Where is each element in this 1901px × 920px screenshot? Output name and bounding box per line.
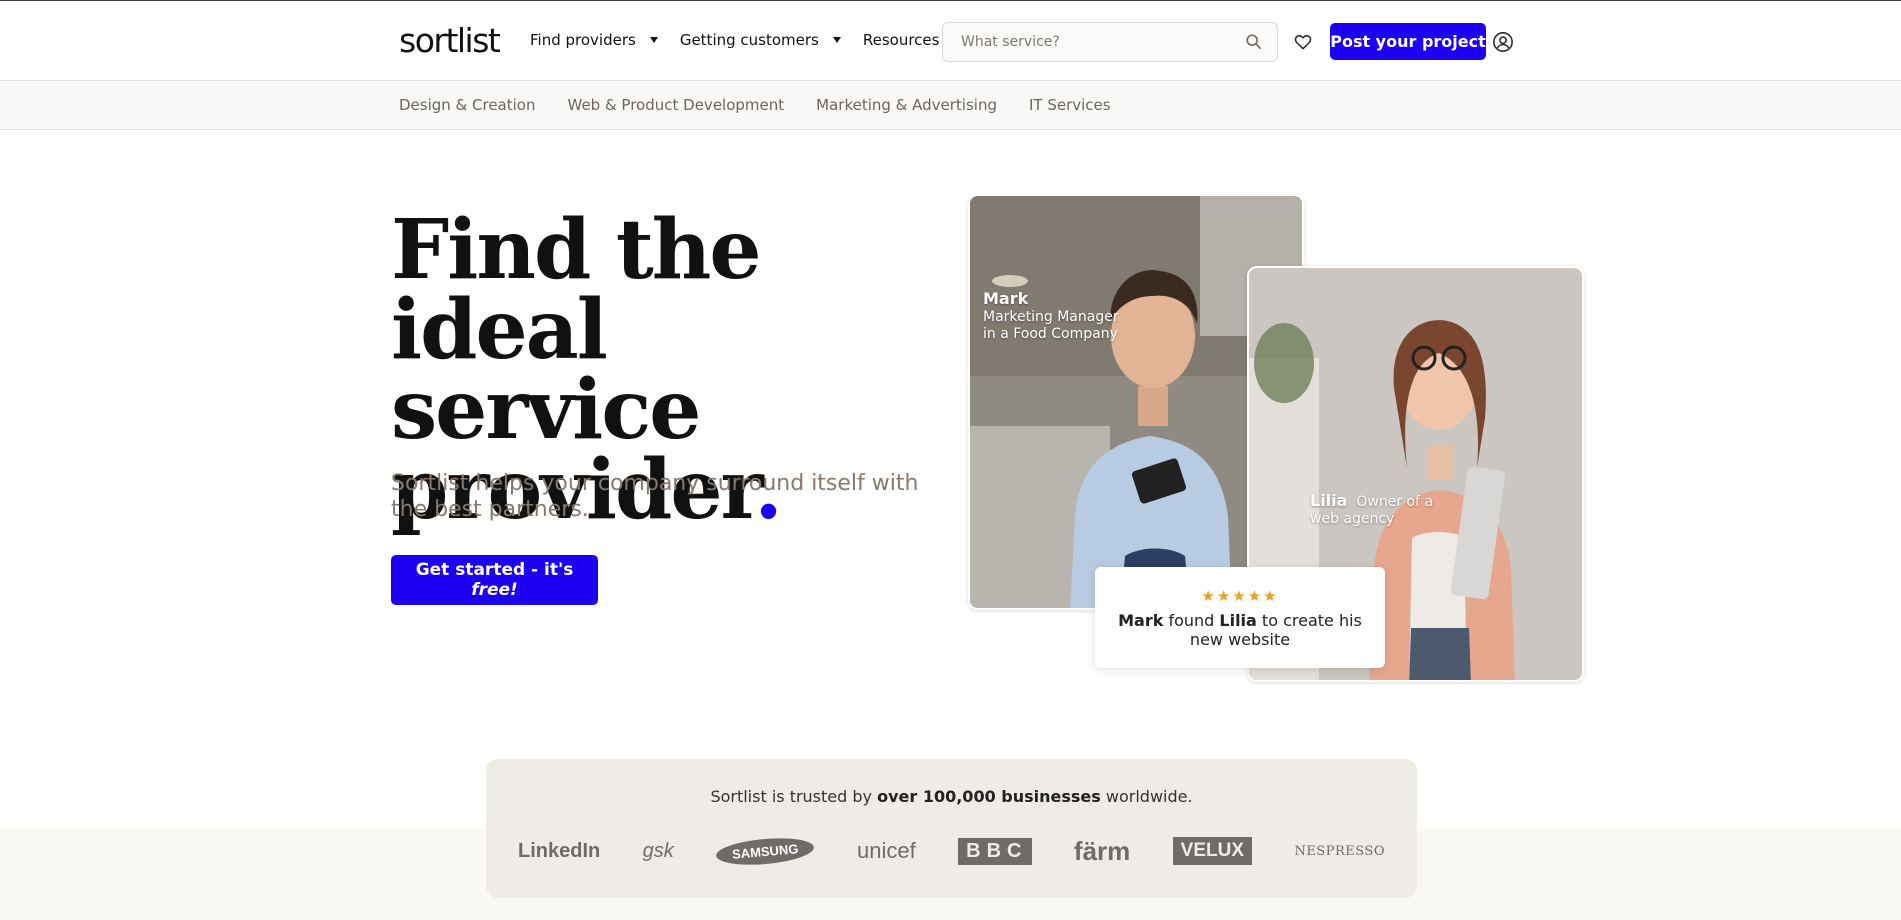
top-navbar: sortlist Find providers Getting customer… xyxy=(0,0,1901,81)
user-account-icon[interactable] xyxy=(1492,31,1514,53)
velux-logo-text: VELUX xyxy=(1180,840,1245,861)
search-icon[interactable] xyxy=(1245,33,1263,51)
mark-role-line-1: Marketing Manager xyxy=(983,309,1119,325)
lilia-role-line-2: web agency xyxy=(1310,511,1395,527)
search-input[interactable] xyxy=(943,23,1223,61)
nav-getting-customers-label: Getting customers xyxy=(679,31,819,49)
review-text-part-1: found xyxy=(1163,611,1220,630)
trust-prefix: Sortlist is trusted by xyxy=(710,787,878,806)
gsk-logo: gsk xyxy=(643,840,674,863)
star-rating: ★★★★★ xyxy=(1201,587,1279,605)
bbc-logo-text: BBC xyxy=(966,839,1028,862)
category-design-creation[interactable]: Design & Creation xyxy=(399,96,536,114)
caret-down-icon xyxy=(649,37,658,43)
main-nav: Find providers Getting customers Resourc… xyxy=(530,31,983,49)
gsk-logo-text: gsk xyxy=(642,839,674,862)
review-name-lilia: Lilia xyxy=(1219,611,1257,630)
category-marketing-advertising[interactable]: Marketing & Advertising xyxy=(816,96,997,114)
unicef-logo-text: unicef xyxy=(857,838,916,863)
post-project-button[interactable]: Post your project xyxy=(1330,23,1486,60)
unicef-logo: unicef xyxy=(857,838,916,864)
sortlist-logo[interactable]: sortlist xyxy=(399,21,501,60)
nespresso-logo: NESPRESSO xyxy=(1294,844,1385,859)
trusted-by-text: Sortlist is trusted by over 100,000 busi… xyxy=(486,787,1417,806)
velux-logo: VELUX xyxy=(1172,837,1253,865)
review-card: ★★★★★ Mark found Lilia to create his new… xyxy=(1095,567,1385,668)
trust-bold: over 100,000 businesses xyxy=(877,787,1101,806)
mark-caption: Mark Marketing Manager in a Food Company xyxy=(983,290,1119,343)
search-box xyxy=(942,22,1278,62)
nav-find-providers-label: Find providers xyxy=(530,31,636,49)
nav-getting-customers[interactable]: Getting customers xyxy=(680,31,841,49)
heart-icon[interactable] xyxy=(1293,32,1313,52)
get-started-button[interactable]: Get started - it's free! xyxy=(391,555,598,605)
mark-name: Mark xyxy=(983,289,1029,308)
samsung-logo-text: SAMSUNG xyxy=(731,840,800,862)
samsung-logo: SAMSUNG xyxy=(715,834,816,868)
nav-find-providers[interactable]: Find providers xyxy=(530,31,658,49)
mark-role-line-2: in a Food Company xyxy=(983,326,1118,342)
caret-down-icon xyxy=(832,37,841,43)
farm-logo-text: färm xyxy=(1073,835,1131,866)
category-list: Design & Creation Web & Product Developm… xyxy=(399,96,1143,114)
category-bar: Design & Creation Web & Product Developm… xyxy=(0,81,1901,130)
bbc-logo: BBC xyxy=(958,837,1032,865)
hero-subtitle: Sortlist helps your company surround its… xyxy=(391,471,919,522)
cta-label: Get started - it's xyxy=(415,560,574,580)
hero-title-line-1: Find the ideal xyxy=(391,202,762,378)
linkedin-logo-text: LinkedIn xyxy=(518,839,601,862)
nespresso-logo-text: NESPRESSO xyxy=(1294,843,1385,859)
review-name-mark: Mark xyxy=(1118,611,1164,630)
lilia-role-line-1: Owner of a xyxy=(1356,494,1434,510)
category-it-services[interactable]: IT Services xyxy=(1029,96,1111,114)
review-text: Mark found Lilia to create his new websi… xyxy=(1095,611,1385,649)
linkedin-logo: LinkedIn xyxy=(518,840,600,863)
lilia-caption: Lilia Owner of a web agency xyxy=(1310,492,1433,528)
nav-resources-label: Resources xyxy=(862,31,940,49)
category-web-product-development[interactable]: Web & Product Development xyxy=(568,96,785,114)
client-logos: LinkedIn gsk SAMSUNG unicef BBC färm VEL… xyxy=(518,833,1385,869)
trust-suffix: worldwide. xyxy=(1100,787,1193,806)
lilia-name: Lilia xyxy=(1310,491,1348,510)
cta-free-label: free! xyxy=(471,580,518,600)
farm-logo: färm xyxy=(1074,836,1130,867)
trusted-by-section: Sortlist is trusted by over 100,000 busi… xyxy=(486,759,1417,898)
